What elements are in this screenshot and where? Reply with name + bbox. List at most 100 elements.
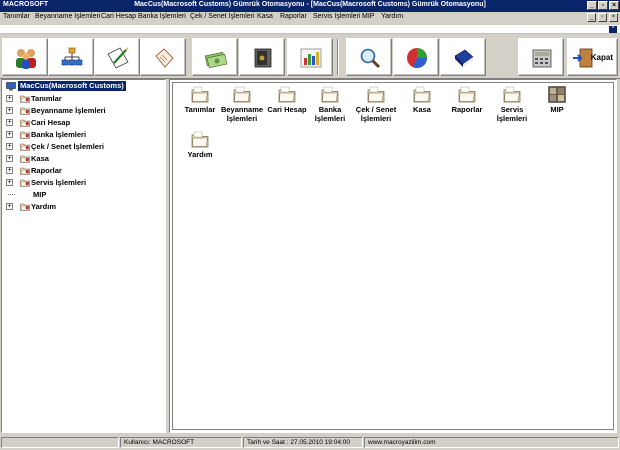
window-title: MacCus(Macrosoft Customs) Gümrük Otomasy… (134, 1, 486, 8)
tool-account-button[interactable] (94, 38, 140, 76)
tool-help-button[interactable] (440, 38, 486, 76)
book-icon (454, 49, 474, 67)
menu-yardim[interactable]: Yardım (381, 13, 403, 20)
module-item[interactable]: Banka İşlemleri (307, 86, 353, 130)
module-label: Beyanname (220, 105, 264, 114)
menu-kasa[interactable]: Kasa (257, 13, 273, 20)
expand-icon[interactable]: + (6, 167, 13, 174)
tree-line (8, 194, 15, 195)
tool-cheque-button[interactable] (192, 38, 238, 76)
menu-banka[interactable]: Banka İşlemleri (138, 13, 186, 20)
expand-icon[interactable]: + (6, 119, 13, 126)
tree-item-label: Servis İşlemleri (31, 178, 87, 187)
module-label: Kasa (413, 105, 431, 114)
title-bar[interactable]: MACROSOFT MacCus(Macrosoft Customs) Gümr… (0, 0, 620, 12)
tree-item-label: Tanımlar (31, 94, 62, 103)
menu-tanimlar[interactable]: Tanımlar (3, 13, 30, 20)
menu-beyanname[interactable]: Beyanname İşlemleri (35, 13, 100, 20)
module-item[interactable]: Çek / Senet İşlemleri (353, 86, 399, 130)
expand-icon[interactable]: + (6, 107, 13, 114)
expand-icon[interactable]: + (6, 203, 13, 210)
menu-mip[interactable]: MIP (362, 13, 374, 20)
menu-servis[interactable]: Servis İşlemleri (313, 13, 360, 20)
navigation-tree[interactable]: MacCus(Macrosoft Customs) + Tanımlar + Beya… (1, 79, 166, 433)
toolbar: Kapat (0, 35, 620, 79)
tree-item-label: Çek / Senet İşlemleri (31, 142, 104, 151)
folder-icon (20, 202, 30, 211)
tool-declarations-button[interactable] (48, 38, 94, 76)
expand-icon[interactable]: + (6, 155, 13, 162)
toolbar-separator (337, 39, 339, 75)
money-icon (204, 51, 228, 69)
menu-bar: Tanımlar Beyanname İşlemleri Cari Hesap … (0, 12, 620, 24)
users-icon (16, 49, 36, 69)
magnifier-icon (360, 48, 381, 69)
module-label: Banka (318, 105, 342, 114)
tool-definitions-button[interactable] (2, 38, 48, 76)
toolbar-header: ^ (0, 25, 620, 34)
tool-statistics-button[interactable] (393, 38, 439, 76)
folder-icon (20, 130, 30, 139)
maximize-button[interactable]: ▫ (598, 1, 608, 10)
close-window-button[interactable]: × (609, 1, 619, 10)
expand-icon[interactable]: + (6, 131, 13, 138)
folder-icon (20, 166, 30, 175)
module-item[interactable]: Tanımlar (177, 86, 223, 130)
folder-icon (191, 131, 209, 148)
module-item[interactable]: Kasa (399, 86, 445, 130)
org-chart-icon (61, 47, 83, 66)
tool-search-button[interactable] (346, 38, 392, 76)
expand-icon[interactable]: + (6, 95, 13, 102)
mdi-close-button[interactable]: × (609, 13, 618, 22)
module-item[interactable]: Beyanname İşlemleri (219, 86, 265, 130)
module-label: MIP (550, 105, 564, 114)
module-label-line2: İşlemleri (496, 114, 528, 123)
folder-icon (503, 86, 521, 103)
module-grid: Tanımlar Beyanname İşlemleri Cari Hesap Bank… (172, 82, 614, 430)
minimize-button[interactable]: _ (587, 1, 597, 10)
mdi-restore-button[interactable]: ▫ (598, 13, 607, 22)
module-item[interactable]: Raporlar (444, 86, 490, 130)
module-label: Servis (500, 105, 524, 114)
mip-icon (548, 86, 566, 103)
menu-cek-senet[interactable]: Çek / Senet İşlemleri (190, 13, 255, 20)
expand-icon[interactable]: + (6, 143, 13, 150)
module-item[interactable]: MIP (534, 86, 580, 130)
module-item[interactable]: Cari Hesap (264, 86, 310, 130)
bar-chart-icon (300, 48, 322, 68)
pie-chart-icon (407, 48, 428, 69)
menu-raporlar[interactable]: Raporlar (280, 13, 307, 20)
module-label-line2: İşlemleri (314, 114, 346, 123)
module-panel: Tanımlar Beyanname İşlemleri Cari Hesap Bank… (169, 79, 617, 433)
folder-icon (278, 86, 296, 103)
module-label: Yardım (187, 150, 213, 159)
clipboard-icon (155, 48, 174, 68)
status-datetime: Tarih ve Saat : 27.05.2010 19:04:00 (243, 437, 363, 448)
tool-cash-button[interactable] (239, 38, 285, 76)
tool-bank-button[interactable] (140, 38, 186, 76)
collapse-toolbar-button[interactable]: ^ (609, 26, 617, 33)
status-user: Kullanıcı: MACROSOFT (120, 437, 242, 448)
menu-cari-hesap[interactable]: Cari Hesap (101, 13, 136, 20)
tree-item-label: Banka İşlemleri (31, 130, 87, 139)
mdi-minimize-button[interactable]: _ (587, 13, 596, 22)
module-label: Çek / Senet (355, 105, 397, 114)
folder-icon (413, 86, 431, 103)
calculator-icon (532, 49, 552, 68)
tool-calculator-button[interactable] (518, 38, 564, 76)
folder-icon (233, 86, 251, 103)
folder-icon (20, 142, 30, 151)
tree-item-label: MIP (33, 190, 47, 199)
close-app-button[interactable]: Kapat (567, 38, 618, 76)
module-item[interactable]: Servis İşlemleri (489, 86, 535, 130)
module-label: Raporlar (451, 105, 483, 114)
tree-item-label: Beyanname İşlemleri (31, 106, 106, 115)
tree-item-label: Yardım (31, 202, 57, 211)
module-label: Cari Hesap (267, 105, 307, 114)
tool-reports-button[interactable] (287, 38, 333, 76)
tree-item-label: Cari Hesap (31, 118, 71, 127)
module-item[interactable]: Yardım (177, 131, 223, 175)
status-bar: Kullanıcı: MACROSOFT Tarih ve Saat : 27.… (0, 436, 620, 450)
expand-icon[interactable]: + (6, 179, 13, 186)
status-website: www.macroyazilim.com (364, 437, 619, 448)
